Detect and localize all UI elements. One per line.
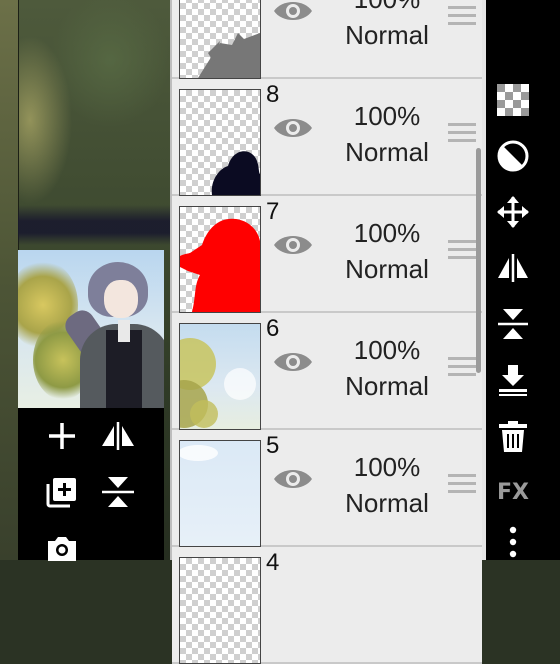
more-icon bbox=[509, 526, 517, 558]
flip-horizontal-button[interactable] bbox=[495, 250, 531, 286]
fill-button[interactable] bbox=[495, 138, 531, 174]
layer-number: 7 bbox=[266, 198, 280, 225]
flip-vertical-button[interactable] bbox=[98, 472, 138, 512]
canvas-dark-band bbox=[18, 205, 172, 245]
visibility-eye-icon[interactable] bbox=[272, 349, 314, 375]
layer-row[interactable]: 8 100% Normal bbox=[172, 79, 482, 196]
delete-layer-button[interactable] bbox=[495, 418, 531, 454]
visibility-eye-icon[interactable] bbox=[272, 0, 314, 24]
layer-blend-mode[interactable]: Normal bbox=[322, 20, 452, 51]
flip-vertical-button[interactable] bbox=[495, 306, 531, 342]
layer-number: 8 bbox=[266, 81, 280, 108]
layer-number: 5 bbox=[266, 432, 280, 459]
layer-scrollbar[interactable] bbox=[476, 148, 481, 373]
drag-handle-icon[interactable] bbox=[448, 240, 476, 262]
layer-thumbnail bbox=[179, 323, 261, 430]
layer-thumbnail bbox=[179, 89, 261, 196]
layer-panel: 100% Normal 8 100% Normal 7 100% Normal … bbox=[170, 0, 488, 664]
layer-thumbnail bbox=[179, 0, 261, 79]
transparency-button[interactable] bbox=[495, 82, 531, 118]
drag-handle-icon[interactable] bbox=[448, 474, 476, 496]
merge-down-icon bbox=[499, 365, 527, 396]
drag-handle-icon[interactable] bbox=[448, 123, 476, 145]
layer-opacity[interactable]: 100% bbox=[332, 0, 442, 15]
layer-blend-mode[interactable]: Normal bbox=[322, 254, 452, 285]
flip-horizontal-button[interactable] bbox=[98, 416, 138, 456]
duplicate-layer-icon bbox=[46, 478, 76, 508]
more-options-button[interactable] bbox=[495, 524, 531, 560]
layer-number: 6 bbox=[266, 315, 280, 342]
fill-circle-icon bbox=[497, 140, 529, 172]
layer-blend-mode[interactable]: Normal bbox=[322, 371, 452, 402]
flip-vertical-icon bbox=[102, 477, 134, 507]
drag-handle-icon[interactable] bbox=[448, 6, 476, 28]
duplicate-layer-button[interactable] bbox=[42, 472, 82, 512]
layer-thumbnail bbox=[179, 557, 261, 664]
canvas-edge-strip bbox=[0, 0, 19, 560]
move-icon bbox=[497, 196, 529, 228]
layer-blend-mode[interactable]: Normal bbox=[322, 137, 452, 168]
visibility-eye-icon[interactable] bbox=[272, 115, 314, 141]
trash-icon bbox=[499, 421, 527, 452]
layer-blend-mode[interactable]: Normal bbox=[322, 488, 452, 519]
layer-row[interactable]: 5 100% Normal bbox=[172, 430, 482, 547]
layer-row[interactable]: 4 bbox=[172, 547, 482, 664]
layer-row[interactable]: 6 100% Normal bbox=[172, 313, 482, 430]
right-toolbar: FX bbox=[486, 0, 560, 560]
layer-row[interactable]: 100% Normal bbox=[172, 0, 482, 79]
layer-opacity[interactable]: 100% bbox=[332, 335, 442, 366]
add-layer-icon bbox=[49, 423, 75, 449]
flip-horizontal-icon bbox=[498, 254, 528, 282]
layer-thumbnail bbox=[179, 206, 261, 313]
layer-thumbnail bbox=[179, 440, 261, 547]
drag-handle-icon[interactable] bbox=[448, 357, 476, 379]
canvas-preview[interactable] bbox=[18, 250, 164, 408]
fx-button[interactable]: FX bbox=[495, 474, 531, 510]
move-button[interactable] bbox=[495, 194, 531, 230]
merge-down-button[interactable] bbox=[495, 362, 531, 398]
camera-icon bbox=[48, 537, 76, 561]
fx-label: FX bbox=[497, 479, 529, 505]
layer-opacity[interactable]: 100% bbox=[332, 452, 442, 483]
add-layer-button[interactable] bbox=[42, 416, 82, 456]
layer-row[interactable]: 7 100% Normal bbox=[172, 196, 482, 313]
layer-opacity[interactable]: 100% bbox=[332, 218, 442, 249]
flip-horizontal-icon bbox=[102, 422, 134, 450]
flip-vertical-icon bbox=[498, 309, 528, 339]
visibility-eye-icon[interactable] bbox=[272, 232, 314, 258]
camera-button[interactable] bbox=[42, 528, 82, 568]
left-tool-panel bbox=[18, 250, 164, 561]
layer-opacity[interactable]: 100% bbox=[332, 101, 442, 132]
transparency-icon bbox=[497, 84, 529, 116]
visibility-eye-icon[interactable] bbox=[272, 466, 314, 492]
layer-number: 4 bbox=[266, 549, 280, 576]
